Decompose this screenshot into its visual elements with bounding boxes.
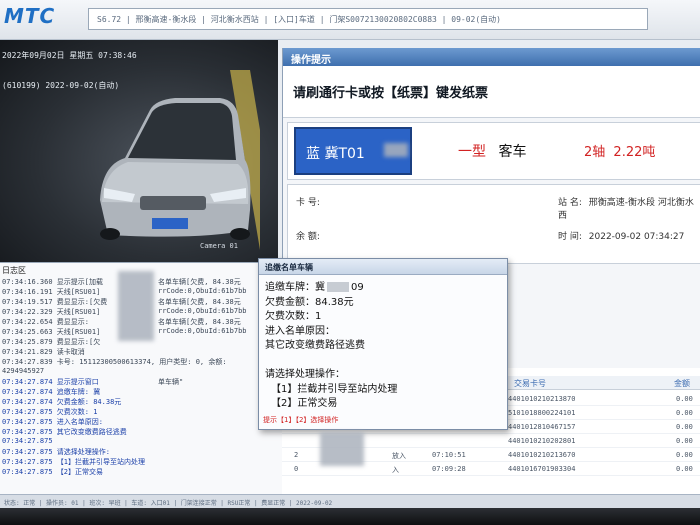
log-line: 07:34:27.875 欠费次数: 1: [2, 408, 98, 416]
cell-amount: 0.00: [676, 395, 693, 403]
camera-timestamp: 2022年09月02日 星期五 07:38:46: [2, 51, 137, 60]
cell-card: 4401010210213670: [508, 451, 576, 459]
log-line: 07:34:27.874 显示提示窗口: [2, 378, 99, 386]
dialog-body: 追缴车牌：冀 09 欠费金额：84.38元 欠费次数：1 进入名单原因： 其它改变…: [265, 281, 397, 412]
operation-prompt: 请刷通行卡或按【纸票】键发纸票: [283, 66, 700, 118]
log-line: 07:34:16.191 天线[RSU01]: [2, 288, 101, 296]
log-line: 07:34:22.329 天线[RSU01]: [2, 308, 101, 316]
dialog-reason-label: 进入名单原因：: [265, 325, 335, 337]
dialog-plate-label: 追缴车牌：冀: [265, 282, 325, 293]
log-line: 07:34:27.875 【1】拦截并引导至站内处理: [2, 458, 146, 466]
log-fragment: 名单车辆[欠费, 84.38元: [158, 278, 241, 286]
camera-feed: 2022年09月02日 星期五 07:38:46 (610199) 2022-0…: [0, 40, 278, 262]
cell-amount: 0.00: [676, 437, 693, 445]
monitor-bezel: [0, 508, 700, 525]
dialog-plate-line: 追缴车牌：冀 09: [265, 281, 397, 296]
option-normal-transaction-button[interactable]: 【2】正常交易: [265, 397, 397, 412]
cell-amount: 0.00: [676, 465, 693, 473]
cell-time: 07:09:28: [432, 465, 466, 473]
log-line: 07:34:21.829 读卡取消: [2, 348, 85, 356]
cell-amount: 0.00: [676, 409, 693, 417]
vehicle-kind: 客车: [498, 144, 527, 160]
dialog-footer-hint: 提示【1】【2】选择操作: [263, 416, 339, 424]
dialog-reason-value: 其它改变缴费路径逃费: [265, 340, 365, 351]
log-fragment: rrCode:0,ObuId:61b7bb: [158, 307, 247, 315]
balance-row: 余 额:: [296, 229, 320, 242]
cell-card: 4401010210213870: [508, 395, 576, 403]
vehicle-type: 一型 客车: [458, 141, 526, 161]
cell-index: 2: [294, 451, 299, 459]
col-header-amount: 金额: [674, 379, 690, 388]
vehicle-info-box: 蓝 冀T01 一型 客车 2轴 2.22吨: [287, 122, 700, 180]
log-redaction: [118, 271, 154, 341]
dialog-title: 追缴名单车辆: [259, 259, 507, 275]
dialog-choose-label: 请选择处理操作：: [265, 369, 345, 380]
card-info-box: 卡 号: 余 额: 站 名: 邢衡高速-衡水段 河北衡水西 时 间: 2022-…: [287, 184, 700, 264]
log-line: 07:34:27.875 【2】正常交易: [2, 468, 104, 476]
log-line: 07:34:27.874 追缴车牌: 冀: [2, 388, 101, 396]
camera-label: Camera 01: [200, 242, 238, 250]
vehicle-class: 一型: [458, 144, 486, 160]
log-line: 07:34:27.875 进入名单原因:: [2, 418, 104, 426]
axle-weight: 2轴 2.22吨: [584, 141, 655, 160]
toll-station-screen: MTC S6.72 | 邢衡高速-衡水段 | 河北衡水西站 | [入口]车道 |…: [0, 0, 700, 525]
balance-label: 余 额:: [296, 232, 320, 242]
cell-amount: 0.00: [676, 423, 693, 431]
status-bar: 状态: 正常 | 操作员: 01 | 班次: 早班 | 车道: 入口01 | 门…: [0, 494, 700, 508]
station-label: 站 名:: [558, 198, 582, 208]
time-label: 时 间:: [558, 232, 582, 242]
col-header-card: 交易卡号: [514, 379, 546, 388]
log-panel[interactable]: 日志区 07:34:16.360 显示提示[加载 07:34:16.191 天线…: [0, 262, 282, 494]
log-fragment: 名单车辆[欠费, 84.38元: [158, 318, 241, 326]
top-bar: MTC S6.72 | 邢衡高速-衡水段 | 河北衡水西站 | [入口]车道 |…: [0, 0, 700, 40]
card-number-row: 卡 号:: [296, 195, 320, 208]
log-line: 07:34:22.654 费显显示:: [2, 318, 90, 326]
log-fragment: 名单车辆[欠费, 84.38元: [158, 298, 241, 306]
time-value: 2022-09-02 07:34:27: [588, 232, 685, 242]
plate-redaction: [327, 282, 349, 292]
dialog-plate-suffix: 09: [351, 282, 364, 293]
log-fragment: rrCode:0,ObuId:61b7bb: [158, 327, 247, 335]
station-row: 站 名: 邢衡高速-衡水段 河北衡水西: [558, 195, 700, 221]
log-title: 日志区: [2, 266, 26, 275]
cell-card: 4401010210202801: [508, 437, 576, 445]
log-line: 07:34:27.874 欠费金额: 84.38元: [2, 398, 122, 406]
log-line: 07:34:16.360 显示提示[加载: [2, 278, 104, 286]
cell-direction: 入: [392, 466, 399, 474]
cell-card: 5101018800224101: [508, 409, 576, 417]
log-fragment: 单车辆": [158, 378, 184, 386]
log-line: 07:34:25.663 天线[RSU01]: [2, 328, 101, 336]
cell-card: 4401016701903304: [508, 465, 576, 473]
lane-info-bar: S6.72 | 邢衡高速-衡水段 | 河北衡水西站 | [入口]车道 | 门架S…: [88, 8, 648, 30]
dialog-spacer: [265, 354, 397, 369]
time-row: 时 间: 2022-09-02 07:34:27: [558, 229, 684, 242]
axle-count: 2轴: [584, 145, 606, 160]
cell-time: 07:10:51: [432, 451, 466, 459]
blacklist-vehicle-dialog[interactable]: 追缴名单车辆 追缴车牌：冀 09 欠费金额：84.38元 欠费次数：1 进入名单原…: [258, 258, 508, 430]
dialog-amount: 欠费金额：84.38元: [265, 296, 354, 308]
vehicle-image: [100, 70, 260, 250]
log-line: 07:34:19.517 费显显示:[欠费: [2, 298, 108, 306]
log-line: 4294945927: [2, 367, 45, 375]
log-fragment: rrCode:0,ObuId:61b7bb: [158, 287, 247, 295]
cell-amount: 0.00: [676, 451, 693, 459]
plate-redaction: [384, 143, 408, 157]
redaction-patch: [320, 432, 364, 466]
cell-index: 0: [294, 465, 299, 473]
log-line: 07:34:27.875 其它改变缴费路径逃费: [2, 428, 127, 436]
app-logo: MTC: [4, 4, 56, 28]
log-line: 07:34:27.839 卡号: 15112300500613374, 用户类型…: [2, 358, 227, 366]
log-line: 07:34:27.875 请选择处理操作:: [2, 448, 111, 456]
vehicle-weight: 2.22吨: [613, 145, 656, 160]
log-line: 07:34:25.879 费显显示:[欠: [2, 338, 101, 346]
ops-header: 操作提示: [283, 48, 700, 66]
option-intercept-button[interactable]: 【1】拦截并引导至站内处理: [265, 383, 397, 398]
cell-card: 4401012810467157: [508, 423, 576, 431]
card-number-label: 卡 号:: [296, 198, 320, 208]
cell-direction: 放入: [392, 452, 406, 460]
log-line: 07:34:27.875: [2, 437, 53, 445]
dialog-count: 欠费次数：1: [265, 311, 322, 322]
